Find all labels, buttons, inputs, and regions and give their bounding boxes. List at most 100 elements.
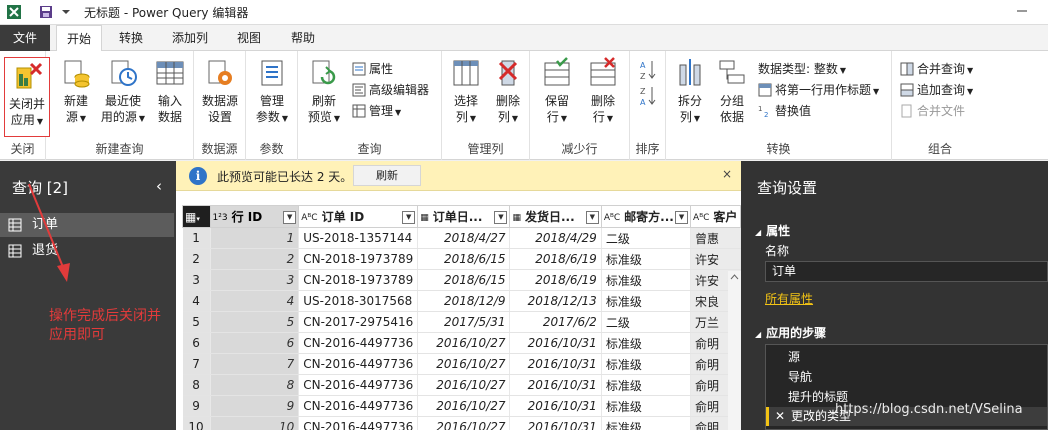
advanced-editor-button[interactable]: 高级编辑器 [352,80,429,100]
table-cell[interactable]: 10 [210,416,300,430]
tab-transform[interactable]: 转换 [108,25,154,51]
table-row[interactable]: 10 10 CN-2016-4497736 2016/10/27 2016/10/31 标… [182,416,741,430]
merge-queries-button[interactable]: 合并查询 ▼ [900,59,973,79]
tab-view[interactable]: 视图 [226,25,272,51]
table-cell[interactable]: CN-2018-1973789 [298,248,419,270]
table-cell[interactable]: 5 [210,311,300,333]
table-cell[interactable]: 2018/12/13 [509,290,602,312]
table-cell[interactable]: 标准级 [601,269,692,291]
table-cell[interactable]: 9 [210,395,300,417]
filter-dropdown-icon[interactable]: ▼ [283,211,297,224]
new-source-button[interactable]: 新建 源 ▼ [56,57,96,127]
refresh-preview-button[interactable]: 刷新 预览 ▼ [304,57,344,127]
table-row[interactable]: 6 6 CN-2016-4497736 2016/10/27 2016/10/31 标准级… [182,332,741,354]
table-cell[interactable]: 标准级 [601,395,692,417]
table-cell[interactable]: 2016/10/31 [509,353,602,375]
table-cell[interactable]: 2018/12/9 [417,290,511,312]
close-and-apply-button[interactable]: 关闭并 应用 ▼ [4,57,50,137]
table-cell[interactable]: 2018/4/29 [509,227,602,249]
column-header[interactable]: 1²3 行 ID ▼ [209,205,300,228]
manage-button[interactable]: 管理 ▼ [352,101,401,121]
table-row[interactable]: 8 8 CN-2016-4497736 2016/10/27 2016/10/31 标准级… [182,374,741,396]
table-cell[interactable]: 2016/10/31 [509,416,602,430]
refresh-button[interactable]: 刷新 [353,165,421,186]
table-menu-button[interactable]: ▦▾ [182,205,211,228]
all-properties-link[interactable]: 所有属性 [765,290,813,307]
table-row[interactable]: 2 2 CN-2018-1973789 2018/6/15 2018/6/19 标准级 许安 [182,248,741,270]
table-cell[interactable]: 2016/10/27 [417,395,511,417]
keep-rows-button[interactable]: 保留 行 ▼ [536,57,578,127]
remove-rows-button[interactable]: 删除 行 ▼ [582,57,624,127]
table-cell[interactable]: 2016/10/27 [417,332,511,354]
column-header[interactable]: ▦ 发货日... ▼ [509,205,602,228]
table-cell[interactable]: 标准级 [601,353,692,375]
combine-files-button[interactable]: 合并文件 [900,101,965,121]
table-cell[interactable]: 2016/10/31 [509,395,602,417]
table-cell[interactable]: 6 [210,332,300,354]
table-cell[interactable]: CN-2016-4497736 [298,332,419,354]
collapse-pane-icon[interactable]: ‹ [156,177,162,195]
sort-descending-button[interactable]: ZA [640,85,659,107]
choose-columns-button[interactable]: 选择 列 ▼ [446,57,486,127]
table-cell[interactable]: 标准级 [601,332,692,354]
table-cell[interactable]: 2018/6/15 [417,248,511,270]
column-header[interactable]: ▦ 订单日... ▼ [417,205,511,228]
properties-section[interactable]: ◢ 属性 [755,222,790,239]
filter-dropdown-icon[interactable]: ▼ [675,211,689,224]
tab-help[interactable]: 帮助 [280,25,326,51]
table-row[interactable]: 3 3 CN-2018-1973789 2018/6/15 2018/6/19 标准级 许安 [182,269,741,291]
table-cell[interactable]: 4 [210,290,300,312]
table-cell[interactable]: 二级 [601,227,692,249]
table-cell[interactable]: CN-2018-1973789 [298,269,419,291]
manage-parameters-button[interactable]: 管理 参数 ▼ [250,57,294,127]
table-cell[interactable]: 许安 [690,248,741,270]
table-row[interactable]: 7 7 CN-2016-4497736 2016/10/27 2016/10/31 标准级… [182,353,741,375]
table-cell[interactable]: CN-2016-4497736 [298,395,419,417]
use-first-row-headers-button[interactable]: 将第一行用作标题 ▼ [758,80,879,100]
tab-file[interactable]: 文件 [0,25,50,51]
table-cell[interactable]: 2016/10/31 [509,332,602,354]
table-cell[interactable]: 2016/10/31 [509,374,602,396]
applied-steps-section[interactable]: ◢ 应用的步骤 [755,324,826,341]
close-icon[interactable]: × [722,167,732,181]
table-cell[interactable]: 二级 [601,311,692,333]
table-cell[interactable]: 2017/6/2 [509,311,602,333]
table-cell[interactable]: 2017/5/31 [417,311,511,333]
table-cell[interactable]: 标准级 [601,374,692,396]
table-row[interactable]: 1 1 US-2018-1357144 2018/4/27 2018/4/29 二级 曾惠 [182,227,741,249]
table-cell[interactable]: US-2018-3017568 [298,290,419,312]
table-row[interactable]: 9 9 CN-2016-4497736 2016/10/27 2016/10/31 标准级… [182,395,741,417]
sort-ascending-button[interactable]: AZ [640,59,659,81]
delete-step-icon[interactable]: ✕ [775,407,785,426]
table-cell[interactable]: 8 [210,374,300,396]
remove-columns-button[interactable]: 删除 列 ▼ [488,57,528,127]
minimize-icon[interactable] [1012,2,1032,20]
table-cell[interactable]: 标准级 [601,416,692,430]
table-cell[interactable]: 2016/10/27 [417,416,511,430]
step-item[interactable]: 导航 [788,368,812,385]
scroll-up-icon[interactable] [728,271,741,283]
quick-access-dropdown-icon[interactable] [58,4,74,20]
recent-sources-button[interactable]: 最近使 用的源 ▼ [98,57,148,127]
data-type-dropdown[interactable]: 数据类型: 整数 ▼ [758,59,846,79]
table-cell[interactable]: CN-2016-4497736 [298,416,419,430]
table-cell[interactable]: CN-2016-4497736 [298,374,419,396]
enter-data-button[interactable]: 输入 数据 [150,57,190,125]
table-cell[interactable]: 2018/4/27 [417,227,511,249]
table-cell[interactable]: US-2018-1357144 [298,227,419,249]
table-cell[interactable]: 2016/10/27 [417,374,511,396]
table-row[interactable]: 5 5 CN-2017-2975416 2017/5/31 2017/6/2 二级 万兰 [182,311,741,333]
query-name-input[interactable]: 订单 [765,261,1048,282]
replace-values-button[interactable]: 1 2 替换值 [758,101,811,121]
properties-button[interactable]: 属性 [352,59,393,79]
table-cell[interactable]: 1 [210,227,300,249]
save-icon[interactable] [38,4,54,20]
group-by-button[interactable]: 分组 依据 [712,57,752,125]
append-queries-button[interactable]: 追加查询 ▼ [900,80,973,100]
table-cell[interactable]: 2 [210,248,300,270]
table-row[interactable]: 4 4 US-2018-3017568 2018/12/9 2018/12/13 标准级宋… [182,290,741,312]
filter-dropdown-icon[interactable]: ▼ [402,211,416,224]
table-cell[interactable]: CN-2017-2975416 [298,311,419,333]
table-cell[interactable]: 3 [210,269,300,291]
table-cell[interactable]: 曾惠 [690,227,741,249]
